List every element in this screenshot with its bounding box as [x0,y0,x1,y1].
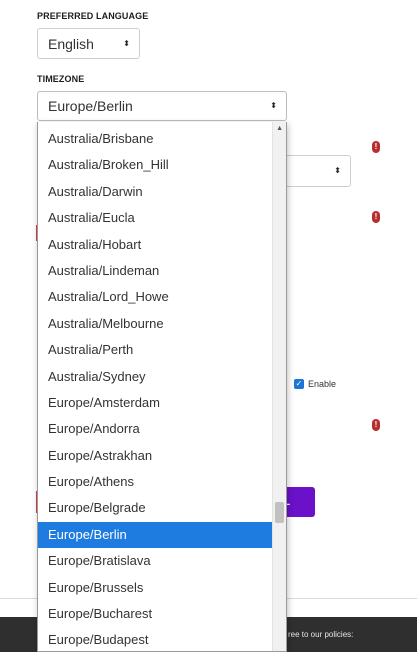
timezone-option[interactable]: Australia/Darwin [38,179,272,205]
timezone-option[interactable]: Europe/Amsterdam [38,390,272,416]
timezone-option[interactable]: Europe/Athens [38,469,272,495]
select-arrows-icon: ⬍ [123,38,130,48]
timezone-option[interactable]: Australia/Sydney [38,364,272,390]
error-alert-icon: ! [372,419,380,431]
timezone-option[interactable]: Australia/Hobart [38,232,272,258]
footer-policy-text: ree to our policies: [288,630,354,639]
select-arrows-icon: ⬍ [270,101,277,110]
scroll-up-arrow-icon[interactable]: ▲ [276,125,283,132]
timezone-option[interactable]: Australia/Brisbane [38,126,272,152]
timezone-select[interactable]: Europe/Berlin ⬍ [37,91,287,121]
timezone-option[interactable]: Europe/Brussels [38,575,272,601]
timezone-dropdown-list[interactable]: Australia/Brisbane Australia/Broken_Hill… [37,122,287,652]
timezone-option-selected[interactable]: Europe/Berlin [38,521,272,549]
enable-toggle[interactable]: ✓ Enable [294,379,336,389]
timezone-option[interactable]: Europe/Belgrade [38,495,272,521]
timezone-option[interactable]: Australia/Perth [38,337,272,363]
timezone-option[interactable]: Europe/Bucharest [38,601,272,627]
timezone-option[interactable]: Europe/Andorra [38,416,272,442]
timezone-option[interactable]: Australia/Melbourne [38,311,272,337]
scrollbar-thumb[interactable] [275,502,284,523]
error-alert-icon: ! [372,211,380,223]
checkbox-checked-icon[interactable]: ✓ [294,379,304,389]
select-arrows-icon: ⬍ [334,166,341,175]
timezone-value: Europe/Berlin [48,98,133,114]
timezone-option[interactable]: Europe/Bratislava [38,548,272,574]
preferred-language-select[interactable]: English ⬍ [37,28,140,59]
dropdown-scrollbar[interactable]: ▲ [272,122,286,651]
timezone-option[interactable]: Europe/Budapest [38,627,272,651]
timezone-option[interactable]: Australia/Lord_Howe [38,284,272,310]
timezone-option[interactable]: Australia/Broken_Hill [38,152,272,178]
error-alert-icon: ! [372,141,380,153]
timezone-label: TIMEZONE [37,74,85,84]
preferred-language-value: English [48,35,94,52]
timezone-option[interactable]: Europe/Astrakhan [38,443,272,469]
timezone-option[interactable]: Australia/Lindeman [38,258,272,284]
enable-label: Enable [308,379,337,389]
preferred-language-label: PREFERRED LANGUAGE [37,11,149,21]
timezone-option[interactable]: Australia/Eucla [38,205,272,231]
